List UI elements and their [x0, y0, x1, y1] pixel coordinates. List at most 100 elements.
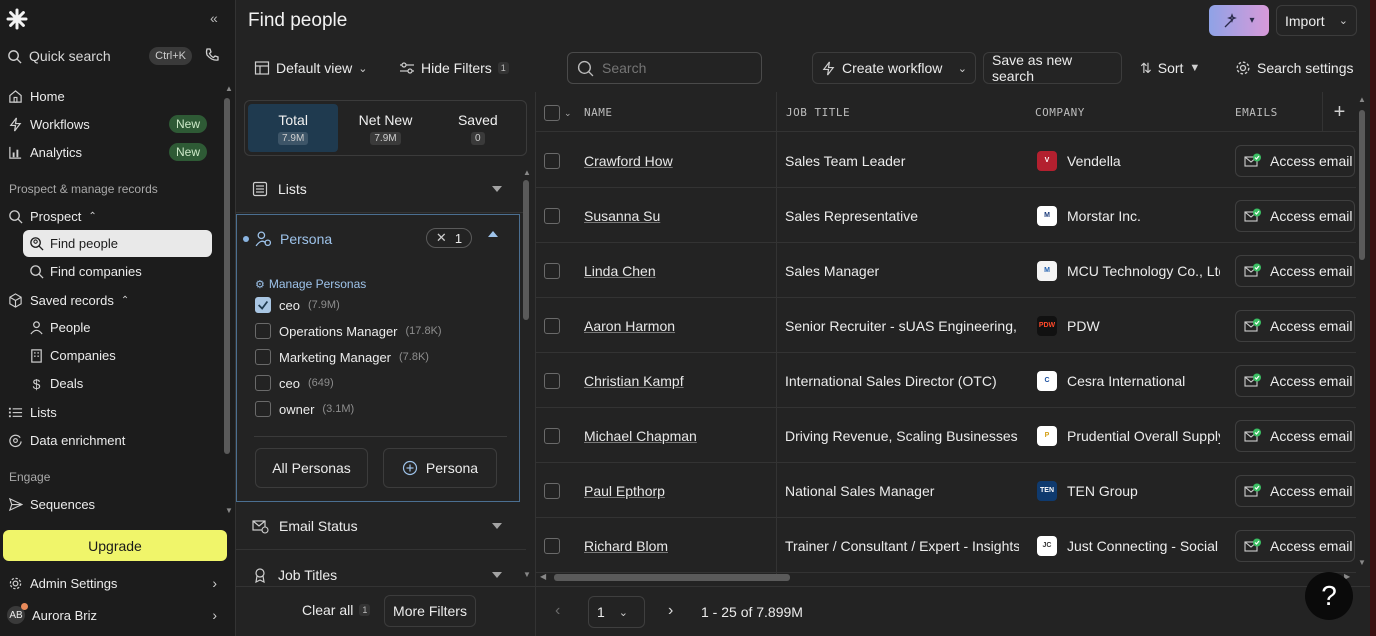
persona-option[interactable]: Marketing Manager (7.8K)	[255, 347, 429, 367]
search-settings-button[interactable]: Search settings	[1226, 52, 1363, 84]
company-cell[interactable]: M Morstar Inc.	[1037, 188, 1220, 243]
next-page-icon[interactable]: ›	[668, 602, 673, 620]
access-email-button[interactable]: Access email	[1235, 365, 1355, 397]
company-cell[interactable]: TEN TEN Group	[1037, 463, 1220, 518]
nav-find-companies[interactable]: Find companies	[23, 258, 212, 285]
nav-data-enrichment[interactable]: Data enrichment	[7, 427, 125, 453]
tab-saved[interactable]: Saved 0	[433, 104, 523, 152]
nav-lists[interactable]: Lists	[7, 399, 57, 425]
company-cell[interactable]: PDW PDW	[1037, 298, 1220, 353]
checkbox[interactable]	[544, 482, 560, 499]
persona-option[interactable]: ceo (649)	[255, 373, 334, 393]
tab-total[interactable]: Total 7.9M	[248, 104, 339, 152]
sort-button[interactable]: ⇅ Sort ▼	[1131, 52, 1209, 84]
row-select[interactable]	[544, 463, 560, 518]
save-search-button[interactable]: Save as new search	[983, 52, 1122, 84]
access-email-button[interactable]: Access email	[1235, 200, 1355, 232]
person-name-link[interactable]: Susanna Su	[584, 208, 660, 224]
nav-sequences[interactable]: Sequences	[7, 491, 95, 517]
nav-people[interactable]: People	[23, 314, 212, 341]
access-email-button[interactable]: Access email	[1235, 145, 1355, 177]
manage-personas-link[interactable]: ⚙ Manage Personas	[255, 277, 366, 291]
import-button[interactable]: Import ⌄	[1276, 5, 1357, 36]
access-email-button[interactable]: Access email	[1235, 255, 1355, 287]
company-cell[interactable]: C Cesra International	[1037, 353, 1220, 408]
table-row[interactable]: Linda Chen Sales Manager M MCU Technology C…	[536, 243, 1356, 298]
help-button[interactable]: ?	[1305, 572, 1353, 620]
checkbox-checked[interactable]	[255, 297, 271, 313]
filter-scrollbar[interactable]: ▲ ▼	[522, 168, 532, 580]
checkbox[interactable]	[544, 537, 560, 554]
user-menu[interactable]: AB Aurora Briz ›	[7, 602, 217, 628]
company-name[interactable]: PDW	[1067, 318, 1100, 334]
sidebar-scrollbar[interactable]: ▲ ▼	[222, 84, 233, 516]
filter-lists[interactable]: Lists	[236, 165, 526, 213]
default-view-button[interactable]: Default view ⌄	[245, 52, 376, 84]
search-box[interactable]	[567, 52, 762, 84]
checkbox[interactable]	[544, 262, 560, 279]
row-select[interactable]	[544, 133, 560, 188]
tab-net-new[interactable]: Net New 7.9M	[340, 104, 430, 152]
person-name-link[interactable]: Richard Blom	[584, 538, 668, 554]
checkbox[interactable]	[255, 349, 271, 365]
nav-companies[interactable]: Companies	[23, 342, 212, 369]
company-cell[interactable]: P Prudential Overall Supply	[1037, 408, 1220, 463]
filter-email-status[interactable]: Email Status	[236, 502, 526, 550]
table-row[interactable]: Crawford How Sales Team Leader V Vendella Ac…	[536, 133, 1356, 188]
table-row[interactable]: Michael Chapman Driving Revenue, Scaling …	[536, 408, 1356, 463]
column-header-job-title[interactable]: JOB TITLE	[786, 92, 850, 132]
checkbox[interactable]	[544, 427, 560, 444]
row-select[interactable]	[544, 298, 560, 353]
access-email-button[interactable]: Access email	[1235, 475, 1355, 507]
company-cell[interactable]: JC Just Connecting - Social	[1037, 518, 1220, 573]
table-row[interactable]: Paul Epthorp National Sales Manager TEN TEN…	[536, 463, 1356, 518]
table-row[interactable]: Susanna Su Sales Representative M Morstar I…	[536, 188, 1356, 243]
company-cell[interactable]: M MCU Technology Co., Ltd	[1037, 243, 1220, 298]
persona-option[interactable]: Operations Manager (17.8K)	[255, 321, 442, 341]
checkbox[interactable]	[255, 323, 271, 339]
table-row[interactable]: Christian Kampf International Sales Direc…	[536, 353, 1356, 408]
column-header-name[interactable]: NAME	[584, 92, 613, 132]
column-header-emails[interactable]: EMAILS	[1235, 92, 1278, 132]
phone-icon[interactable]	[204, 47, 220, 63]
nav-home[interactable]: Home	[7, 83, 207, 109]
row-select[interactable]	[544, 188, 560, 243]
add-column-button[interactable]: +	[1322, 92, 1356, 132]
company-name[interactable]: MCU Technology Co., Ltd	[1067, 263, 1220, 279]
person-name-link[interactable]: Crawford How	[584, 153, 673, 169]
row-select[interactable]	[544, 518, 560, 573]
column-header-company[interactable]: COMPANY	[1035, 92, 1085, 132]
persona-option[interactable]: owner (3.1M)	[255, 399, 354, 419]
collapse-sidebar-icon[interactable]: «	[210, 10, 218, 26]
checkbox[interactable]	[544, 152, 560, 169]
create-workflow-button[interactable]: Create workflow ⌄	[812, 52, 976, 84]
company-name[interactable]: Morstar Inc.	[1067, 208, 1141, 224]
company-name[interactable]: Vendella	[1067, 153, 1121, 169]
nav-deals[interactable]: $ Deals	[23, 370, 212, 397]
row-select[interactable]	[544, 353, 560, 408]
quick-search[interactable]: Quick search Ctrl+K	[7, 44, 192, 68]
checkbox[interactable]	[255, 375, 271, 391]
company-name[interactable]: Just Connecting - Social	[1067, 538, 1218, 554]
more-filters-button[interactable]: More Filters	[384, 595, 476, 627]
all-personas-button[interactable]: All Personas	[255, 448, 368, 488]
checkbox[interactable]	[544, 105, 560, 121]
persona-option[interactable]: ceo (7.9M)	[255, 295, 340, 315]
company-name[interactable]: Cesra International	[1067, 373, 1185, 389]
person-name-link[interactable]: Linda Chen	[584, 263, 656, 279]
checkbox[interactable]	[544, 372, 560, 389]
nav-find-people[interactable]: Find people	[23, 230, 212, 257]
nav-prospect[interactable]: Prospect ⌃	[7, 203, 97, 229]
person-name-link[interactable]: Paul Epthorp	[584, 483, 665, 499]
company-cell[interactable]: V Vendella	[1037, 133, 1220, 188]
select-all-checkbox[interactable]: ⌄	[544, 105, 572, 121]
access-email-button[interactable]: Access email	[1235, 420, 1355, 452]
checkbox[interactable]	[544, 207, 560, 224]
nav-analytics[interactable]: Analytics New	[7, 139, 207, 165]
company-name[interactable]: TEN Group	[1067, 483, 1138, 499]
hide-filters-button[interactable]: Hide Filters 1	[390, 52, 518, 84]
nav-workflows[interactable]: Workflows New	[7, 111, 207, 137]
checkbox[interactable]	[255, 401, 271, 417]
persona-header[interactable]: Persona	[255, 230, 332, 247]
nav-saved-records[interactable]: Saved records ⌃	[7, 287, 129, 313]
